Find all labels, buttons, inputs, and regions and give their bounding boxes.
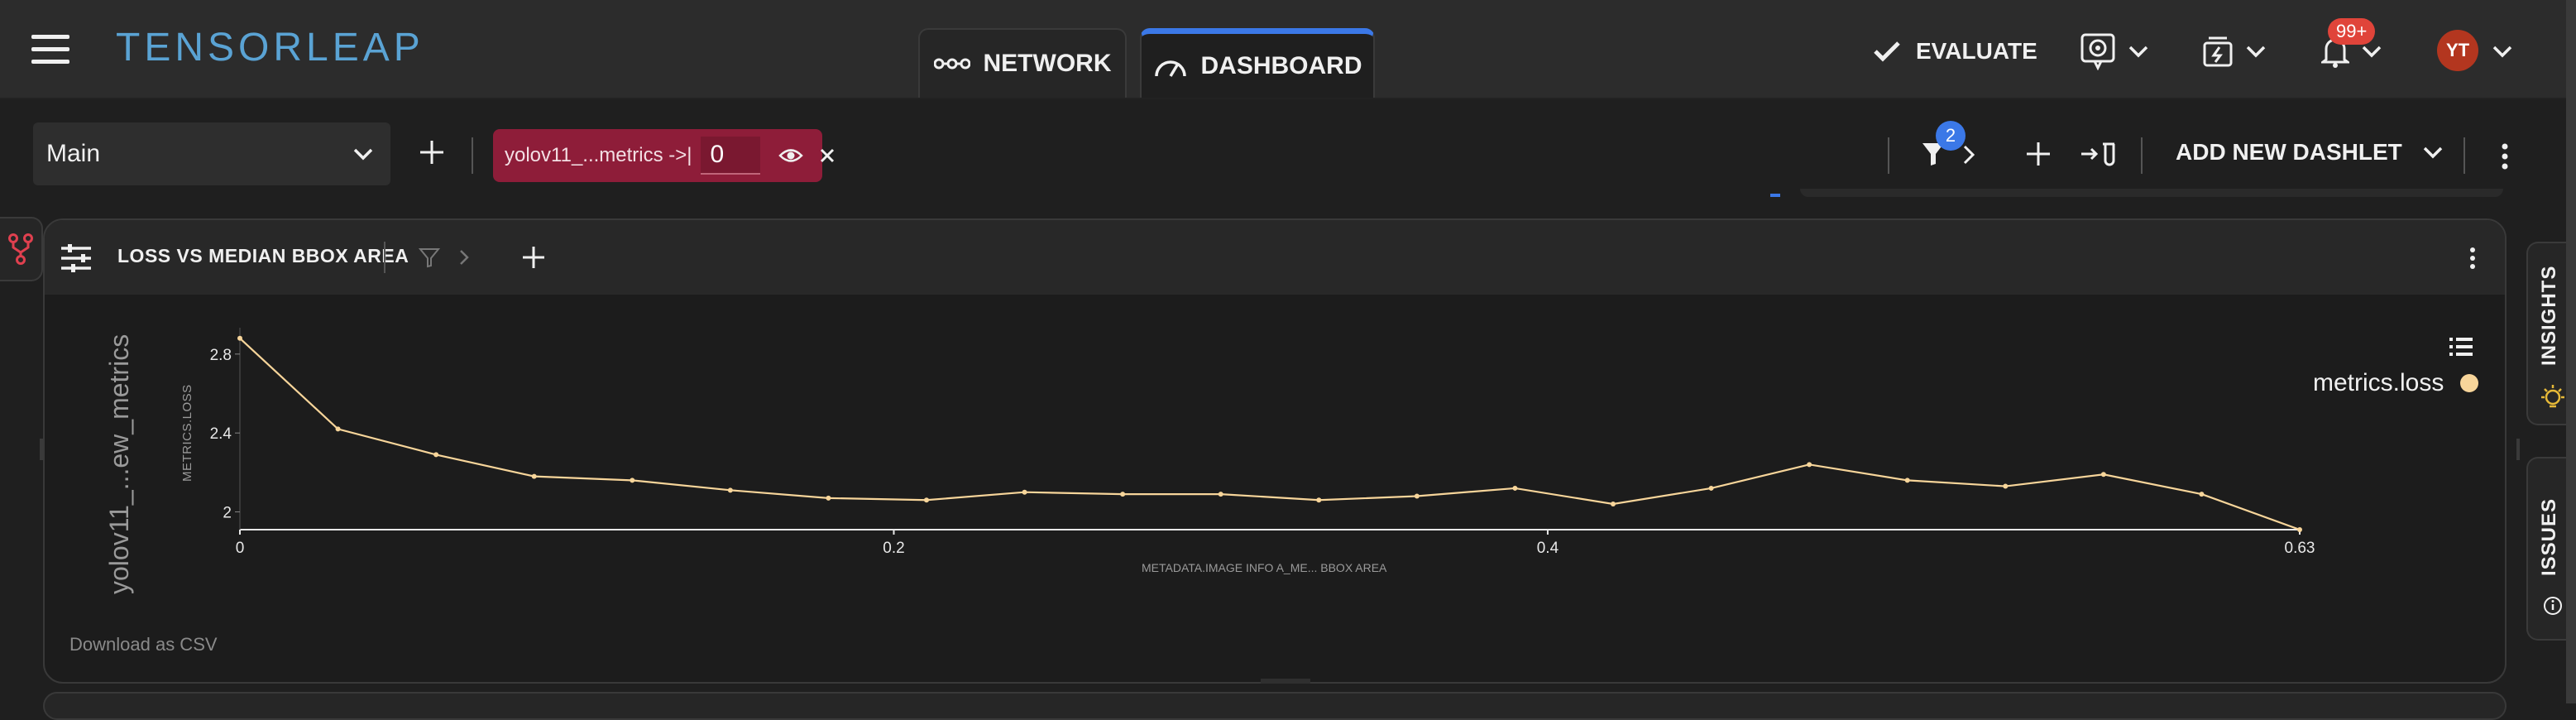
filters-count-badge: 2	[1936, 121, 1966, 151]
data-point	[727, 487, 733, 493]
runs-menu-button[interactable]	[2202, 28, 2267, 74]
data-point	[924, 497, 929, 503]
network-icon	[933, 54, 970, 74]
filter-chip[interactable]: yolov11_...metrics ->|	[493, 129, 834, 182]
scrollbar[interactable]	[2566, 0, 2576, 703]
data-point	[237, 335, 242, 341]
tab-network-label: NETWORK	[983, 50, 1112, 77]
data-point	[433, 452, 439, 458]
eye-icon[interactable]	[778, 146, 803, 165]
data-point	[1218, 492, 1223, 497]
y-tick-label: 2.8	[210, 347, 232, 364]
dashlet-resize-handle[interactable]	[1261, 679, 1310, 684]
chevron-down-icon[interactable]	[2492, 45, 2513, 58]
evaluate-button[interactable]: EVALUATE	[1873, 33, 2037, 70]
data-point	[630, 478, 635, 483]
add-dashlet-label: ADD NEW DASHLET	[2176, 139, 2402, 165]
chevron-right-icon[interactable]	[1962, 144, 1975, 166]
info-icon	[2543, 596, 2563, 616]
chevron-down-icon	[2422, 146, 2444, 159]
more-vert-icon[interactable]	[2500, 142, 2510, 170]
x-tick-label: 0.2	[883, 540, 904, 557]
dashboard-select-value: Main	[46, 140, 101, 167]
chart-series	[237, 335, 2302, 532]
data-point	[1512, 485, 1518, 491]
data-point	[1708, 485, 1714, 491]
data-point	[531, 473, 537, 479]
dashlet-card: LOSS VS MEDIAN BBOX AREA yolov11_...ew_m…	[43, 218, 2507, 684]
divider	[472, 137, 473, 174]
dashboard-select[interactable]: Main	[33, 122, 390, 185]
next-dashlet-edge	[43, 692, 2507, 720]
data-point	[826, 495, 831, 501]
data-point	[1414, 493, 1420, 499]
y-tick-label: 2.4	[210, 425, 232, 443]
issues-label: ISSUES	[2538, 497, 2560, 576]
chevron-down-icon	[352, 147, 374, 161]
y-tick-label: 2	[223, 505, 232, 522]
resize-handle[interactable]	[2516, 439, 2520, 460]
data-point	[1316, 497, 1322, 503]
legend-item-swatch	[2460, 374, 2478, 392]
data-point	[335, 426, 341, 432]
menu-icon[interactable]	[31, 35, 69, 65]
support-icon	[2080, 32, 2116, 70]
insights-label: INSIGHTS	[2538, 265, 2560, 366]
divider	[1888, 137, 1889, 174]
chevron-down-icon	[2128, 45, 2149, 58]
line-chart: 0 0.2 0.4 0.63 2 2.4 2.8	[210, 328, 2315, 557]
tab-network[interactable]: NETWORK	[918, 28, 1127, 98]
chart-axes: 0 0.2 0.4 0.63 2 2.4 2.8	[210, 328, 2315, 557]
evaluate-label: EVALUATE	[1916, 38, 2037, 64]
add-new-dashlet-button[interactable]: ADD NEW DASHLET	[2176, 139, 2444, 166]
check-icon	[1873, 40, 1901, 63]
filter-chip-label: yolov11_...metrics ->|	[505, 144, 692, 166]
tab-dashboard[interactable]: DASHBOARD	[1140, 28, 1375, 98]
divider	[2141, 137, 2143, 174]
branch-icon	[7, 233, 34, 266]
series-line-0	[239, 337, 2301, 531]
data-point	[1904, 478, 1910, 483]
runs-icon	[2202, 35, 2234, 68]
legend-list-icon[interactable]	[2449, 336, 2473, 358]
filter-value-input[interactable]	[700, 137, 760, 175]
data-point	[2003, 483, 2009, 489]
close-icon[interactable]	[818, 146, 836, 165]
data-point	[2297, 527, 2302, 532]
add-dashboard-button[interactable]	[419, 139, 445, 166]
x-tick-label: 0	[236, 540, 245, 557]
previous-dashlet-edge	[1800, 189, 2503, 197]
support-menu-button[interactable]	[2080, 28, 2149, 74]
x-tick-label: 0.63	[2285, 540, 2315, 557]
x-tick-label: 0.4	[1537, 540, 1559, 557]
notification-count-badge: 99+	[2328, 18, 2376, 45]
data-point	[1022, 489, 1027, 495]
data-point	[1611, 502, 1616, 507]
data-point	[1807, 462, 1812, 468]
divider	[2463, 137, 2465, 174]
branch-panel-tab[interactable]	[0, 217, 43, 281]
data-point	[1120, 492, 1126, 497]
add-filter-button[interactable]	[2025, 141, 2052, 167]
chevron-down-icon	[2245, 45, 2267, 58]
avatar[interactable]: YT	[2437, 30, 2478, 71]
lightbulb-icon	[2540, 384, 2566, 414]
tab-dashboard-label: DASHBOARD	[1200, 51, 1362, 79]
download-csv-link[interactable]: Download as CSV	[69, 634, 218, 655]
legend-item-label[interactable]: metrics.loss	[2313, 369, 2444, 397]
gauge-icon	[1153, 54, 1188, 79]
chevron-down-icon	[2361, 45, 2382, 58]
add-insight-icon[interactable]	[2080, 141, 2118, 167]
data-point	[2100, 472, 2106, 478]
data-point	[2199, 492, 2205, 497]
app-logo: TENSORLEAP	[116, 26, 424, 70]
scroll-indicator	[1770, 194, 1780, 197]
